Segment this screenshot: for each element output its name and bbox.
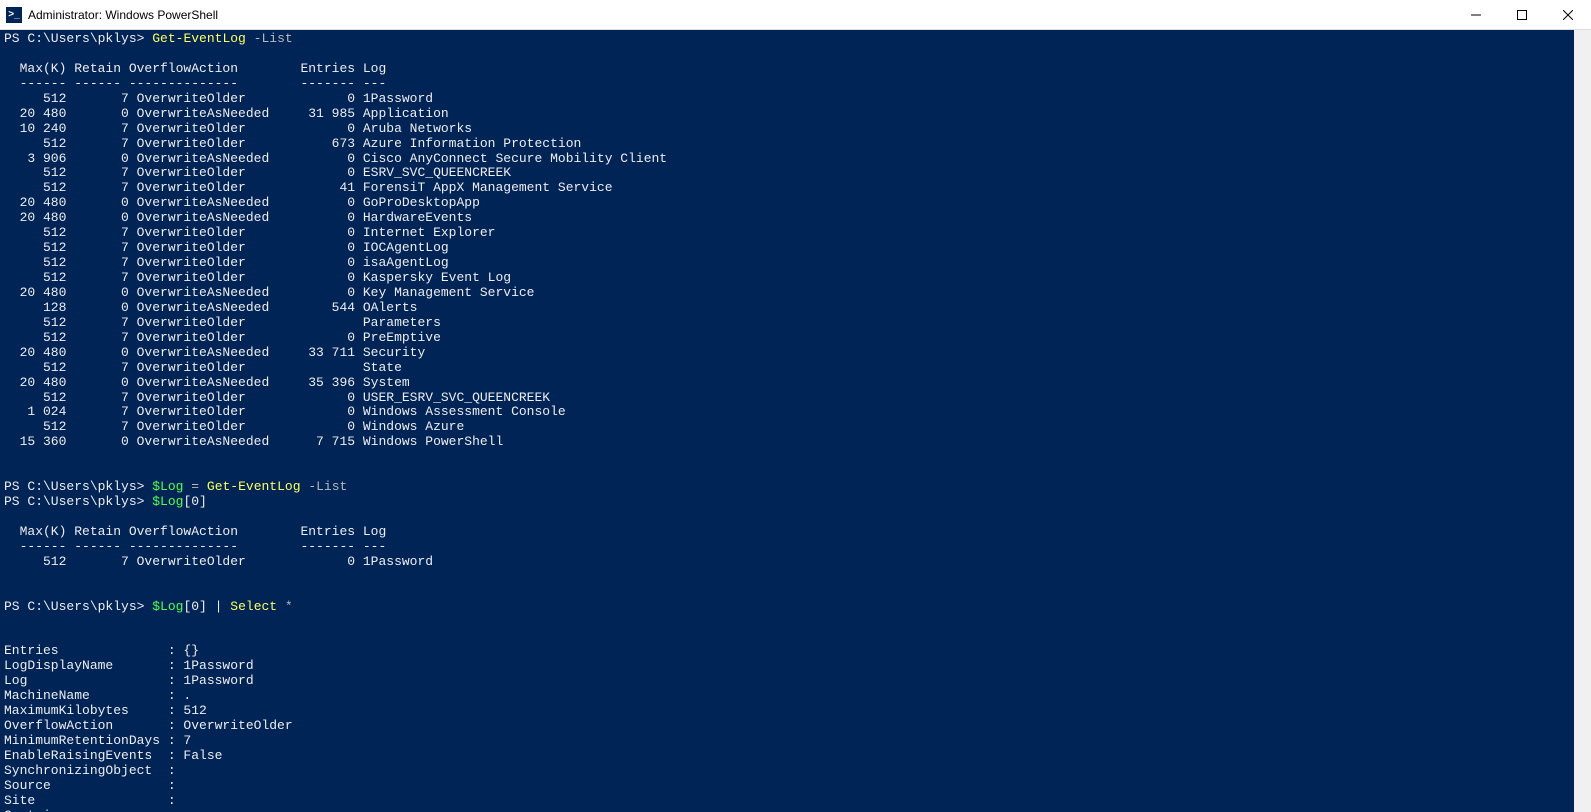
- property-row: LogDisplayName : 1Password: [4, 659, 1587, 674]
- terminal[interactable]: PS C:\Users\pklys> Get-EventLog -List Ma…: [0, 30, 1591, 812]
- table-row: 20 480 0 OverwriteAsNeeded 35 396 System: [4, 376, 1587, 391]
- property-row: Source :: [4, 779, 1587, 794]
- property-row: MinimumRetentionDays : 7: [4, 734, 1587, 749]
- prompt-line: PS C:\Users\pklys> $Log[0] | Select *: [4, 600, 1587, 615]
- maximize-icon: [1517, 10, 1527, 20]
- minimize-button[interactable]: [1453, 0, 1499, 30]
- titlebar-left: >_ Administrator: Windows PowerShell: [6, 7, 218, 23]
- table-row: 512 7 OverwriteOlder 0 Windows Azure: [4, 420, 1587, 435]
- table-row: 15 360 0 OverwriteAsNeeded 7 715 Windows…: [4, 435, 1587, 450]
- table-row: 512 7 OverwriteOlder 0 1Password: [4, 92, 1587, 107]
- property-row: Site :: [4, 794, 1587, 809]
- table-row: 512 7 OverwriteOlder State: [4, 361, 1587, 376]
- close-icon: [1563, 10, 1573, 20]
- table-row: 512 7 OverwriteOlder 0 Internet Explorer: [4, 226, 1587, 241]
- table-header: Max(K) Retain OverflowAction Entries Log: [4, 525, 1587, 540]
- maximize-button[interactable]: [1499, 0, 1545, 30]
- window-controls: [1453, 0, 1591, 30]
- table-row: 512 7 OverwriteOlder 0 USER_ESRV_SVC_QUE…: [4, 391, 1587, 406]
- table-row: 20 480 0 OverwriteAsNeeded 0 Key Managem…: [4, 286, 1587, 301]
- minimize-icon: [1471, 10, 1481, 20]
- prompt-line: PS C:\Users\pklys> Get-EventLog -List: [4, 32, 1587, 47]
- property-row: Entries : {}: [4, 644, 1587, 659]
- table-row: 512 7 OverwriteOlder 0 isaAgentLog: [4, 256, 1587, 271]
- table-row: 20 480 0 OverwriteAsNeeded 0 HardwareEve…: [4, 211, 1587, 226]
- table-row: 1 024 7 OverwriteOlder 0 Windows Assessm…: [4, 405, 1587, 420]
- property-row: EnableRaisingEvents : False: [4, 749, 1587, 764]
- table-row: 20 480 0 OverwriteAsNeeded 33 711 Securi…: [4, 346, 1587, 361]
- property-row: Log : 1Password: [4, 674, 1587, 689]
- table-row: 512 7 OverwriteOlder 41 ForensiT AppX Ma…: [4, 181, 1587, 196]
- window-title: Administrator: Windows PowerShell: [28, 8, 218, 22]
- table-row: 512 7 OverwriteOlder 0 1Password: [4, 555, 1587, 570]
- table-row: 128 0 OverwriteAsNeeded 544 OAlerts: [4, 301, 1587, 316]
- table-divider: ------ ------ -------------- ------- ---: [4, 77, 1587, 92]
- property-row: OverflowAction : OverwriteOlder: [4, 719, 1587, 734]
- property-row: SynchronizingObject :: [4, 764, 1587, 779]
- table-row: 512 7 OverwriteOlder 673 Azure Informati…: [4, 137, 1587, 152]
- table-row: 512 7 OverwriteOlder 0 ESRV_SVC_QUEENCRE…: [4, 166, 1587, 181]
- table-row: 512 7 OverwriteOlder 0 PreEmptive: [4, 331, 1587, 346]
- table-row: 3 906 0 OverwriteAsNeeded 0 Cisco AnyCon…: [4, 152, 1587, 167]
- table-divider: ------ ------ -------------- ------- ---: [4, 540, 1587, 555]
- table-row: 20 480 0 OverwriteAsNeeded 31 985 Applic…: [4, 107, 1587, 122]
- table-header: Max(K) Retain OverflowAction Entries Log: [4, 62, 1587, 77]
- titlebar[interactable]: >_ Administrator: Windows PowerShell: [0, 0, 1591, 30]
- table-row: 512 7 OverwriteOlder Parameters: [4, 316, 1587, 331]
- table-row: 512 7 OverwriteOlder 0 Kaspersky Event L…: [4, 271, 1587, 286]
- property-row: MaximumKilobytes : 512: [4, 704, 1587, 719]
- table-row: 512 7 OverwriteOlder 0 IOCAgentLog: [4, 241, 1587, 256]
- table-row: 20 480 0 OverwriteAsNeeded 0 GoProDeskto…: [4, 196, 1587, 211]
- property-row: MachineName : .: [4, 689, 1587, 704]
- prompt-line: PS C:\Users\pklys> $Log = Get-EventLog -…: [4, 480, 1587, 495]
- powershell-icon: >_: [6, 7, 22, 23]
- table-row: 10 240 7 OverwriteOlder 0 Aruba Networks: [4, 122, 1587, 137]
- close-button[interactable]: [1545, 0, 1591, 30]
- prompt-line: PS C:\Users\pklys> $Log[0]: [4, 495, 1587, 510]
- scrollbar[interactable]: [1574, 30, 1591, 812]
